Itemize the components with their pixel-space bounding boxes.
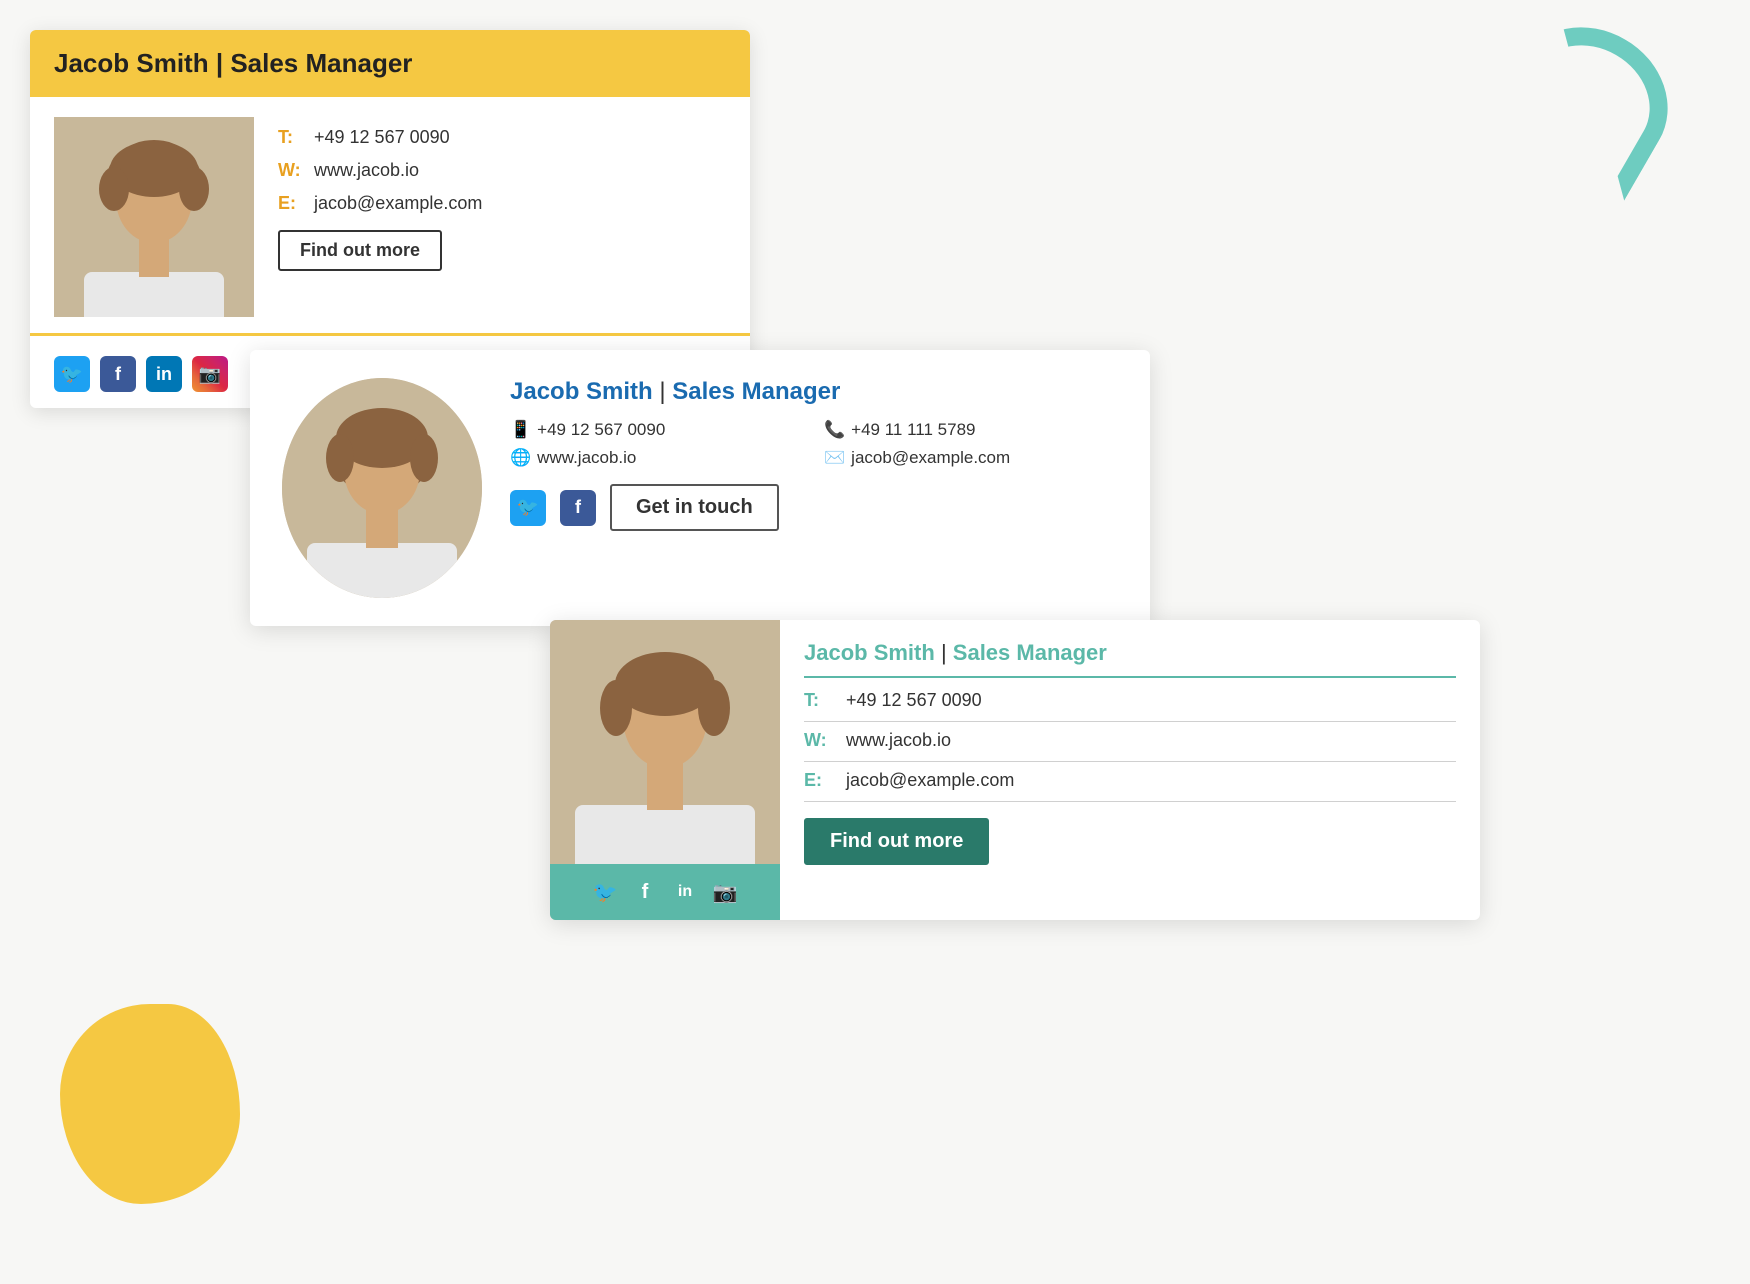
card3-email-value: jacob@example.com (846, 770, 1014, 791)
card2-info-grid: 📱 +49 12 567 0090 📞 +49 11 111 5789 🌐 ww… (510, 420, 1118, 468)
card1-body: T: +49 12 567 0090 W: www.jacob.io E: ja… (30, 97, 750, 333)
signature-card-2: Jacob Smith | Sales Manager 📱 +49 12 567… (250, 350, 1150, 626)
card3-email-row: E: jacob@example.com (804, 770, 1456, 791)
card1-email-row: E: jacob@example.com (278, 193, 726, 214)
yellow-blob-decoration (60, 1004, 240, 1204)
card3-facebook-icon[interactable]: f (630, 877, 660, 907)
card1-email-value: jacob@example.com (314, 193, 482, 214)
card3-social-bar: 🐦 f in 📷 (550, 864, 780, 920)
card2-inner: Jacob Smith | Sales Manager 📱 +49 12 567… (282, 378, 1118, 598)
card2-phone1-value: +49 12 567 0090 (537, 420, 665, 440)
card2-name: Jacob Smith (510, 378, 653, 405)
card3-title: Jacob Smith | Sales Manager (804, 640, 1456, 678)
card3-divider-3 (804, 801, 1456, 802)
card3-website-label: W: (804, 730, 838, 751)
card1-phone-row: T: +49 12 567 0090 (278, 127, 726, 148)
card3-website-row: W: www.jacob.io (804, 730, 1456, 751)
card3-linkedin-icon[interactable]: in (670, 877, 700, 907)
card3-cta-button[interactable]: Find out more (804, 818, 989, 865)
card2-phone1-row: 📱 +49 12 567 0090 (510, 420, 804, 440)
card2-phone2-row: 📞 +49 11 111 5789 (824, 420, 1118, 440)
card1-photo (54, 117, 254, 317)
card1-info: T: +49 12 567 0090 W: www.jacob.io E: ja… (278, 117, 726, 317)
globe-icon: 🌐 (510, 448, 531, 468)
card3-twitter-icon[interactable]: 🐦 (590, 877, 620, 907)
teal-arc-decoration (1486, 0, 1695, 201)
signature-card-3: 🐦 f in 📷 Jacob Smith | Sales Manager T: … (550, 620, 1480, 920)
card3-instagram-icon[interactable]: 📷 (710, 877, 740, 907)
card3-btn-row: Find out more (804, 818, 1456, 865)
card2-website-value: www.jacob.io (537, 448, 636, 468)
card2-email-value: jacob@example.com (851, 448, 1010, 468)
card3-divider-2 (804, 761, 1456, 762)
card1-title: Jacob Smith | Sales Manager (54, 48, 412, 78)
card1-website-value: www.jacob.io (314, 160, 419, 181)
instagram-icon[interactable]: 📷 (192, 356, 228, 392)
card3-website-value: www.jacob.io (846, 730, 951, 751)
card1-email-label: E: (278, 193, 306, 214)
card1-website-label: W: (278, 160, 306, 181)
card3-pipe: | (941, 640, 947, 665)
mobile-icon: 📱 (510, 420, 531, 440)
card3-content: Jacob Smith | Sales Manager T: +49 12 56… (780, 620, 1480, 920)
linkedin-icon[interactable]: in (146, 356, 182, 392)
card2-website-row: 🌐 www.jacob.io (510, 448, 804, 468)
person-avatar-2 (282, 378, 482, 598)
card3-divider-1 (804, 721, 1456, 722)
card3-phone-row: T: +49 12 567 0090 (804, 690, 1456, 711)
card2-role: Sales Manager (672, 378, 840, 405)
card1-cta-button[interactable]: Find out more (278, 230, 442, 271)
card2-phone2-value: +49 11 111 5789 (851, 420, 975, 440)
card2-cta-button[interactable]: Get in touch (610, 484, 779, 531)
card1-website-row: W: www.jacob.io (278, 160, 726, 181)
card2-content: Jacob Smith | Sales Manager 📱 +49 12 567… (510, 378, 1118, 531)
card3-email-label: E: (804, 770, 838, 791)
card3-photo-area: 🐦 f in 📷 (550, 620, 780, 920)
card2-bottom: 🐦 f Get in touch (510, 484, 1118, 531)
card3-phone-label: T: (804, 690, 838, 711)
email-icon: ✉️ (824, 448, 845, 468)
card1-phone-value: +49 12 567 0090 (314, 127, 450, 148)
card3-name: Jacob Smith (804, 640, 935, 665)
person-avatar-3 (550, 620, 780, 880)
twitter-icon[interactable]: 🐦 (54, 356, 90, 392)
card2-facebook-icon[interactable]: f (560, 490, 596, 526)
card2-twitter-icon[interactable]: 🐦 (510, 490, 546, 526)
card2-email-row: ✉️ jacob@example.com (824, 448, 1118, 468)
card1-header: Jacob Smith | Sales Manager (30, 30, 750, 97)
card1-phone-label: T: (278, 127, 306, 148)
card2-photo (282, 378, 482, 598)
card3-phone-value: +49 12 567 0090 (846, 690, 982, 711)
card3-role: Sales Manager (953, 640, 1107, 665)
card2-title: Jacob Smith | Sales Manager (510, 378, 1118, 406)
phone-icon: 📞 (824, 420, 845, 440)
person-avatar-1 (54, 117, 254, 317)
facebook-icon[interactable]: f (100, 356, 136, 392)
